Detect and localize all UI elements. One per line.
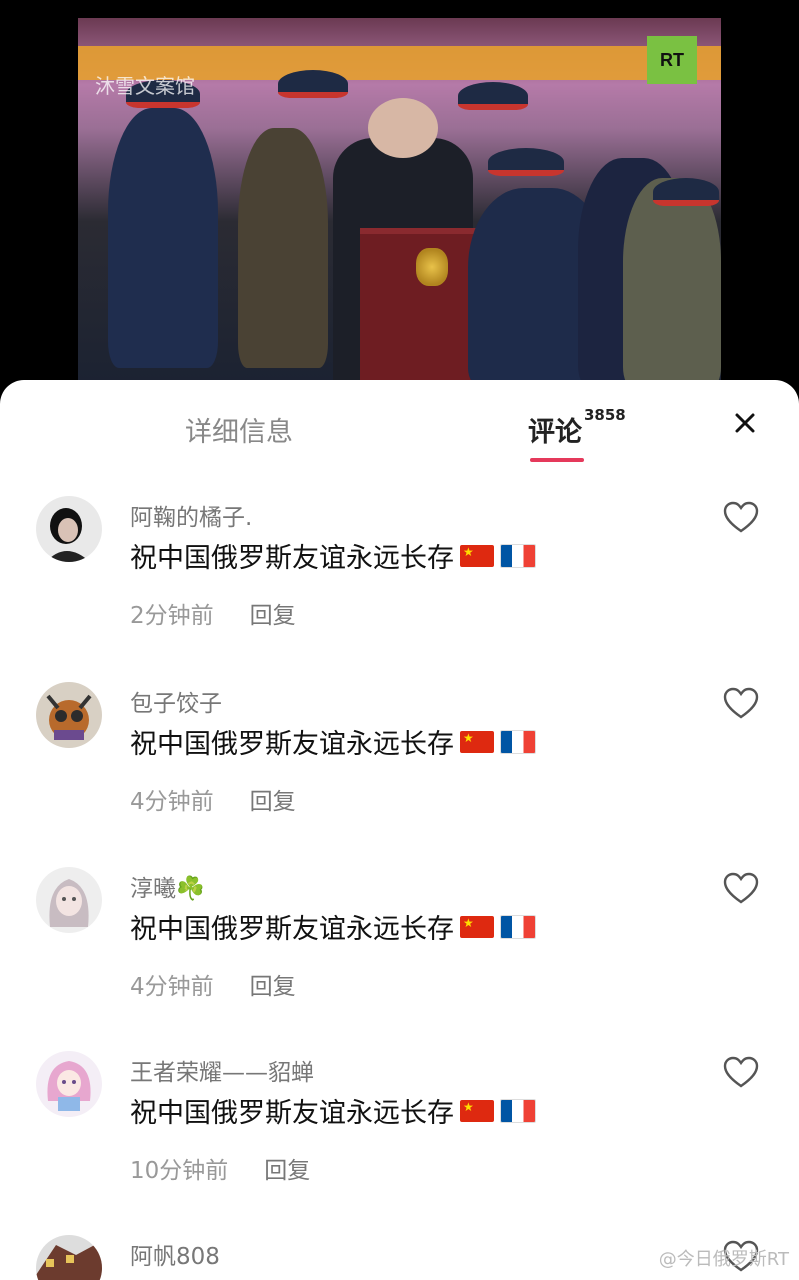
tab-details[interactable]: 详细信息	[185, 410, 293, 449]
officer-cap	[278, 70, 348, 98]
like-heart-icon[interactable]	[722, 686, 760, 720]
comment-time: 4分钟前	[130, 974, 214, 1000]
avatar[interactable]	[36, 1235, 102, 1280]
video-watermark: 沐雪文案馆	[95, 74, 195, 98]
comment-text: 祝中国俄罗斯友谊永远长存	[130, 907, 536, 946]
avatar[interactable]	[36, 682, 102, 748]
username[interactable]: 淳曦☘️	[130, 869, 205, 903]
avatar[interactable]	[36, 496, 102, 562]
china-flag-icon	[460, 1099, 494, 1122]
china-flag-icon	[460, 544, 494, 567]
comment-text: 祝中国俄罗斯友谊永远长存	[130, 1091, 536, 1130]
reply-button[interactable]: 回复	[250, 603, 296, 629]
france-flag-icon	[500, 1098, 536, 1123]
comment-meta: 2分钟前 回复	[130, 596, 296, 630]
comment-item: 王者荣耀——貂蝉 祝中国俄罗斯友谊永远长存 10分钟前 回复	[0, 1051, 799, 1231]
active-tab-indicator	[530, 458, 584, 462]
comments-panel: 详细信息 评论3858 阿鞠的橘子. 祝中国俄罗斯友谊永远长存 2分钟前回复 包…	[0, 380, 799, 1280]
officer-figure	[108, 108, 218, 368]
comment-text: 祝中国俄罗斯友谊永远长存	[130, 722, 536, 761]
officer-cap	[488, 148, 564, 176]
weibo-watermark: @今日俄罗斯RT	[658, 1249, 789, 1270]
like-heart-icon[interactable]	[722, 871, 760, 905]
france-flag-icon	[500, 914, 536, 939]
video-player[interactable]: 沐雪文案馆 RT	[0, 0, 799, 400]
france-flag-icon	[500, 729, 536, 754]
close-icon[interactable]	[728, 406, 762, 440]
comment-item: 阿鞠的橘子. 祝中国俄罗斯友谊永远长存 2分钟前 回复	[0, 496, 799, 676]
comment-item: 包子饺子 祝中国俄罗斯友谊永远长存 4分钟前 回复	[0, 682, 799, 862]
rt-logo: RT	[647, 36, 697, 84]
officer-cap	[458, 82, 528, 110]
comment-time: 2分钟前	[130, 603, 214, 629]
avatar[interactable]	[36, 1051, 102, 1117]
china-flag-icon	[460, 915, 494, 938]
like-heart-icon[interactable]	[722, 500, 760, 534]
comment-item: 淳曦☘️ 祝中国俄罗斯友谊永远长存 4分钟前 回复	[0, 867, 799, 1047]
avatar[interactable]	[36, 867, 102, 933]
tab-comments-label: 评论	[528, 417, 582, 448]
officer-figure	[238, 128, 328, 368]
comment-text: 祝中国俄罗斯友谊永远长存	[130, 536, 536, 575]
like-heart-icon[interactable]	[722, 1055, 760, 1089]
france-flag-icon	[500, 543, 536, 568]
username[interactable]: 王者荣耀——貂蝉	[130, 1053, 314, 1087]
china-flag-icon	[460, 730, 494, 753]
username[interactable]: 包子饺子	[130, 684, 222, 718]
comment-time: 4分钟前	[130, 789, 214, 815]
veteran-figure	[623, 178, 721, 388]
officer-cap	[653, 178, 719, 206]
speaker-head	[368, 98, 438, 158]
russian-emblem-icon	[416, 248, 448, 286]
comment-count: 3858	[584, 406, 626, 424]
comment-meta: 4分钟前 回复	[130, 782, 296, 816]
comment-meta: 4分钟前 回复	[130, 967, 296, 1001]
username[interactable]: 阿鞠的橘子.	[130, 498, 252, 532]
reply-button[interactable]: 回复	[250, 789, 296, 815]
comment-time: 10分钟前	[130, 1158, 229, 1184]
username[interactable]: 阿帆808	[130, 1237, 220, 1271]
reply-button[interactable]: 回复	[250, 974, 296, 1000]
reply-button[interactable]: 回复	[264, 1158, 310, 1184]
comment-meta: 10分钟前 回复	[130, 1151, 310, 1185]
tab-comments[interactable]: 评论3858	[528, 406, 626, 449]
